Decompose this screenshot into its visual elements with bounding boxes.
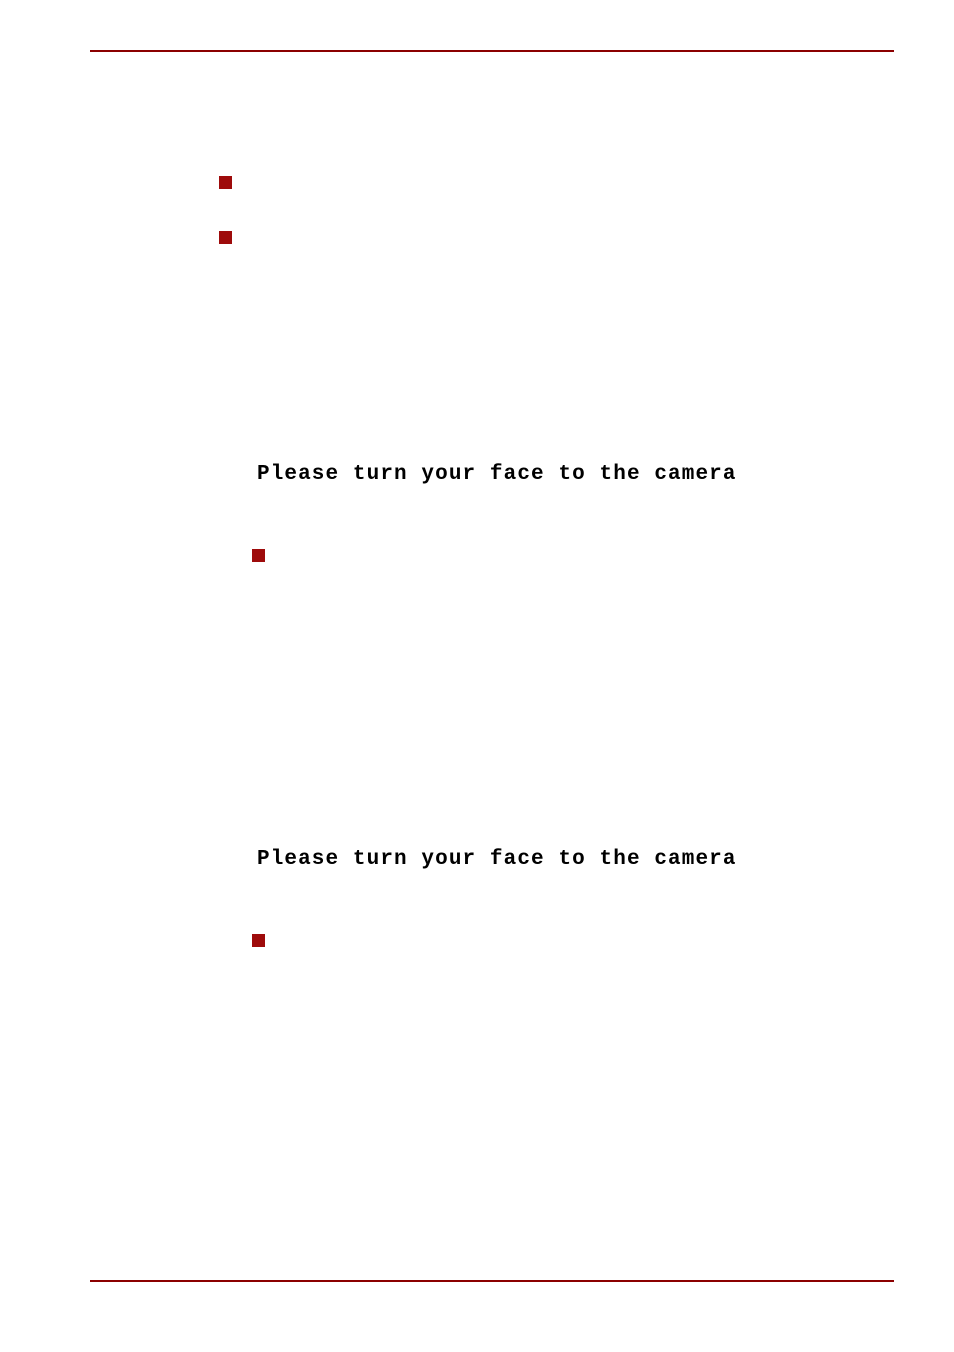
bullet-marker-3: [252, 549, 265, 562]
header-rule: [90, 50, 894, 52]
document-page: Please turn your face to the camera Plea…: [0, 0, 954, 1352]
camera-prompt-1: Please turn your face to the camera: [257, 463, 737, 486]
bullet-marker-4: [252, 934, 265, 947]
footer-rule: [90, 1280, 894, 1282]
bullet-marker-1: [219, 176, 232, 189]
bullet-marker-2: [219, 231, 232, 244]
camera-prompt-2: Please turn your face to the camera: [257, 848, 737, 871]
